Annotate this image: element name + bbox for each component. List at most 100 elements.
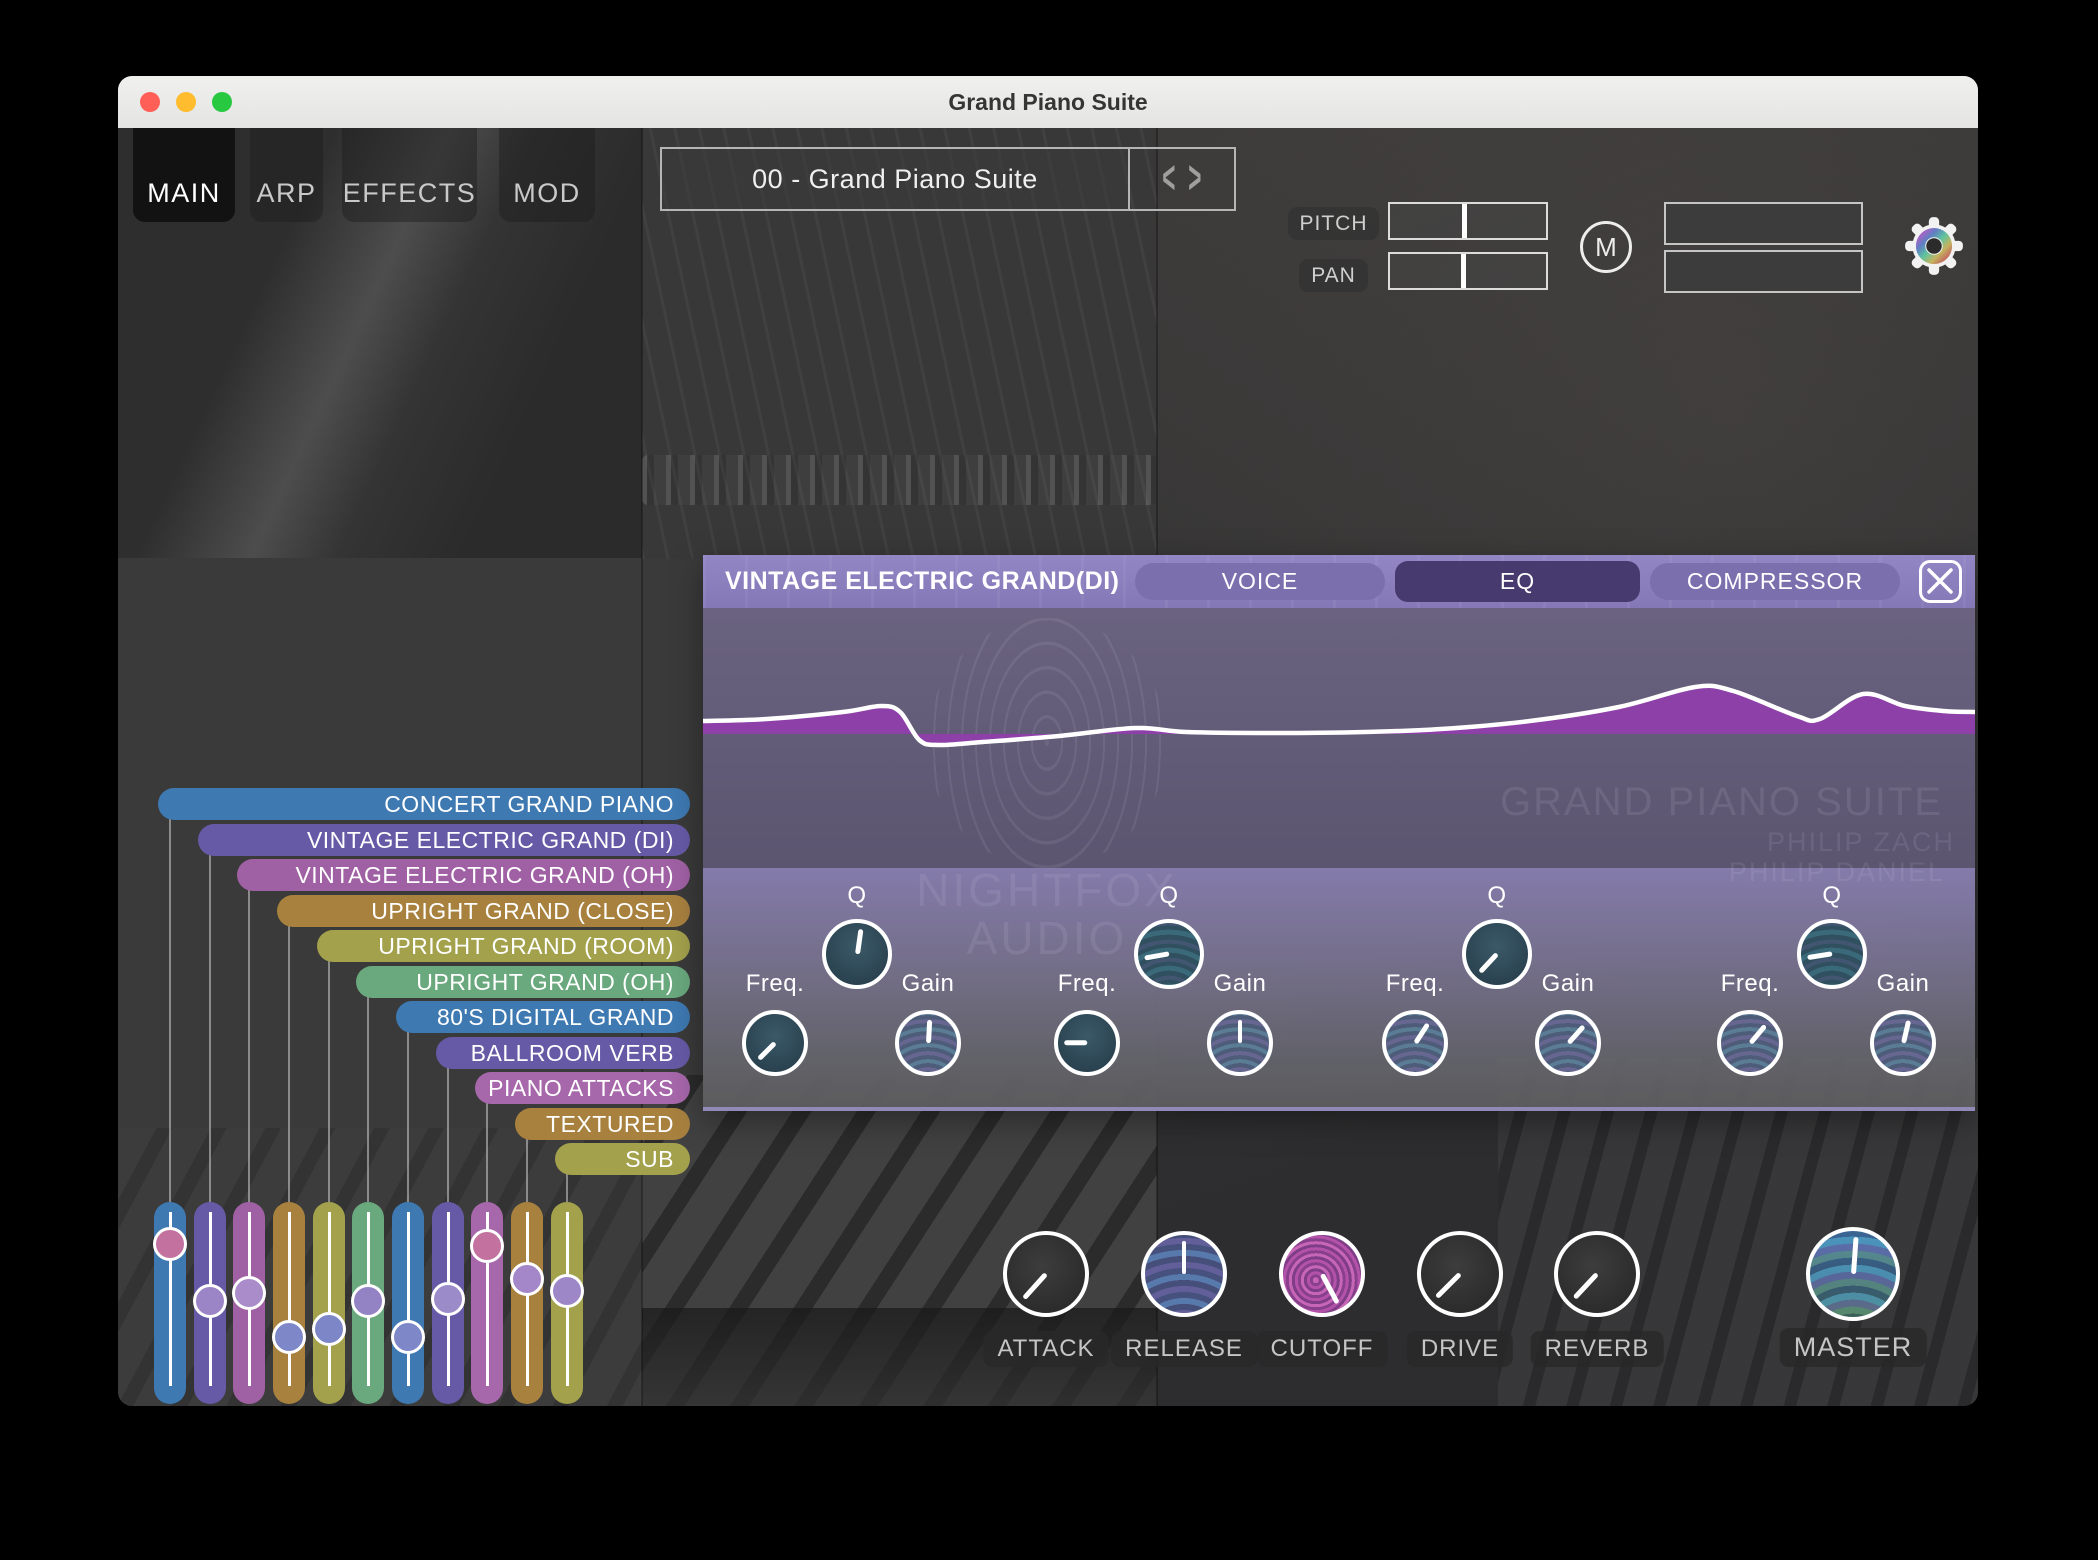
fader-thumb[interactable] <box>431 1281 465 1316</box>
eq-band3-freq-knob[interactable] <box>1382 1010 1448 1076</box>
eq-band3-gain-knob[interactable] <box>1535 1010 1601 1076</box>
layer-fader-9[interactable] <box>470 1202 504 1404</box>
layer-fader-7[interactable] <box>391 1202 425 1404</box>
eq-band3-q-knob[interactable] <box>1462 919 1532 989</box>
eq-band4-freq-knob[interactable] <box>1717 1010 1783 1076</box>
attack-knob[interactable] <box>1003 1231 1089 1317</box>
layer-label-10[interactable]: TEXTURED <box>515 1108 690 1140</box>
cutoff-knob[interactable] <box>1279 1231 1365 1317</box>
knob-pointer <box>1566 1024 1586 1045</box>
layer-fader-5[interactable] <box>312 1202 346 1404</box>
minimize-button[interactable] <box>176 92 196 112</box>
layer-label-6[interactable]: UPRIGHT GRAND (OH) <box>356 966 690 998</box>
fader-thumb[interactable] <box>193 1283 227 1318</box>
layer-fader-3[interactable] <box>232 1202 266 1404</box>
fader-thumb[interactable] <box>153 1227 187 1262</box>
pitch-label-text: PITCH <box>1299 211 1368 235</box>
q-label: Q <box>1822 882 1842 909</box>
pitch-label: PITCH <box>1288 207 1379 240</box>
eq-tab-eq[interactable]: EQ <box>1395 561 1640 602</box>
zoom-button[interactable] <box>212 92 232 112</box>
layer-label-3[interactable]: VINTAGE ELECTRIC GRAND (OH) <box>237 859 690 891</box>
eq-panel: GRAND PIANO SUITE PHILIP ZACH PHILIP DAN… <box>703 555 1975 1111</box>
pan-label-text: PAN <box>1311 263 1356 287</box>
next-preset-icon[interactable]: > <box>1188 153 1201 206</box>
eq-close-button[interactable] <box>1919 560 1962 603</box>
fader-thumb[interactable] <box>272 1320 306 1355</box>
layer-label-2[interactable]: VINTAGE ELECTRIC GRAND (DI) <box>198 824 690 856</box>
pan-slider-thumb[interactable] <box>1460 254 1466 288</box>
knob-pointer <box>854 928 863 955</box>
eq-band2-gain-knob[interactable] <box>1207 1010 1273 1076</box>
layer-label-text: UPRIGHT GRAND (ROOM) <box>378 932 674 959</box>
preset-selector[interactable]: 00 - Grand Piano Suite <box>660 147 1130 211</box>
settings-button[interactable] <box>1901 213 1967 279</box>
layer-fader-10[interactable] <box>510 1202 544 1404</box>
layer-fader-11[interactable] <box>550 1202 584 1404</box>
cutoff-knob-label: CUTOFF <box>1256 1331 1388 1367</box>
fader-thumb[interactable] <box>550 1273 584 1308</box>
eq-knob-background <box>703 868 1975 1111</box>
knob-pointer <box>1181 1241 1187 1274</box>
layer-fader-8[interactable] <box>431 1202 465 1404</box>
close-icon <box>1927 568 1953 594</box>
layer-fader-2[interactable] <box>193 1202 227 1404</box>
eq-band1-gain-knob[interactable] <box>895 1010 961 1076</box>
freq-label: Freq. <box>1057 970 1117 997</box>
layer-label-8[interactable]: BALLROOM VERB <box>436 1037 690 1069</box>
layer-label-text: 80'S DIGITAL GRAND <box>436 1003 674 1030</box>
eq-tab-compressor[interactable]: COMPRESSOR <box>1650 563 1900 600</box>
screen: Grand Piano Suite MAIN ARP EFFECTS MOD 00 -… <box>0 0 2098 1560</box>
pan-slider[interactable] <box>1388 252 1548 290</box>
layer-connector-line <box>367 996 369 1202</box>
close-button[interactable] <box>140 92 160 112</box>
fader-thumb[interactable] <box>470 1229 504 1264</box>
layer-label-text: CONCERT GRAND PIANO <box>384 790 674 817</box>
eq-band2-freq-knob[interactable] <box>1054 1010 1120 1076</box>
tab-mod[interactable]: MOD <box>499 128 595 222</box>
release-knob[interactable] <box>1141 1231 1227 1317</box>
pitch-slider[interactable] <box>1388 202 1548 240</box>
pitch-slider-thumb[interactable] <box>1462 204 1468 238</box>
eq-response-curve[interactable] <box>703 608 1975 868</box>
tab-main[interactable]: MAIN <box>133 128 235 222</box>
tab-effects[interactable]: EFFECTS <box>342 128 477 222</box>
layer-fader-6[interactable] <box>351 1202 385 1404</box>
layer-fader-1[interactable] <box>153 1202 187 1404</box>
fader-thumb[interactable] <box>232 1275 266 1310</box>
tab-arp[interactable]: ARP <box>250 128 323 222</box>
eq-band4-gain-knob[interactable] <box>1870 1010 1936 1076</box>
gain-label: Gain <box>1876 970 1930 997</box>
fader-track <box>525 1212 529 1386</box>
eq-tab-voice[interactable]: VOICE <box>1135 563 1385 600</box>
fader-thumb[interactable] <box>510 1261 544 1296</box>
layer-label-text: UPRIGHT GRAND (OH) <box>416 968 674 995</box>
layer-label-9[interactable]: PIANO ATTACKS <box>475 1072 690 1104</box>
layer-connector-line <box>407 1031 409 1202</box>
fader-thumb[interactable] <box>312 1312 346 1347</box>
layer-label-11[interactable]: SUB <box>555 1143 690 1175</box>
pan-label: PAN <box>1299 259 1368 292</box>
layer-label-5[interactable]: UPRIGHT GRAND (ROOM) <box>317 930 690 962</box>
knob-pointer <box>1850 1236 1858 1275</box>
prev-preset-icon[interactable]: < <box>1163 153 1176 206</box>
eq-band1-freq-knob[interactable] <box>742 1010 808 1076</box>
fader-track <box>327 1212 331 1386</box>
fader-track <box>406 1212 410 1386</box>
mono-button[interactable]: M <box>1580 221 1632 273</box>
knob-pointer <box>1143 951 1170 961</box>
fader-thumb[interactable] <box>391 1320 425 1355</box>
eq-band1-q-knob[interactable] <box>822 919 892 989</box>
layer-label-1[interactable]: CONCERT GRAND PIANO <box>158 788 690 820</box>
master-knob[interactable] <box>1806 1227 1900 1321</box>
eq-curve-fill <box>703 685 1975 746</box>
drive-knob[interactable] <box>1417 1231 1503 1317</box>
reverb-knob[interactable] <box>1554 1231 1640 1317</box>
fader-thumb[interactable] <box>351 1283 385 1318</box>
level-meter-left <box>1664 202 1863 245</box>
layer-fader-4[interactable] <box>272 1202 306 1404</box>
eq-band4-q-knob[interactable] <box>1797 919 1867 989</box>
layer-label-7[interactable]: 80'S DIGITAL GRAND <box>396 1001 690 1033</box>
eq-band2-q-knob[interactable] <box>1134 919 1204 989</box>
layer-label-4[interactable]: UPRIGHT GRAND (CLOSE) <box>277 895 690 927</box>
